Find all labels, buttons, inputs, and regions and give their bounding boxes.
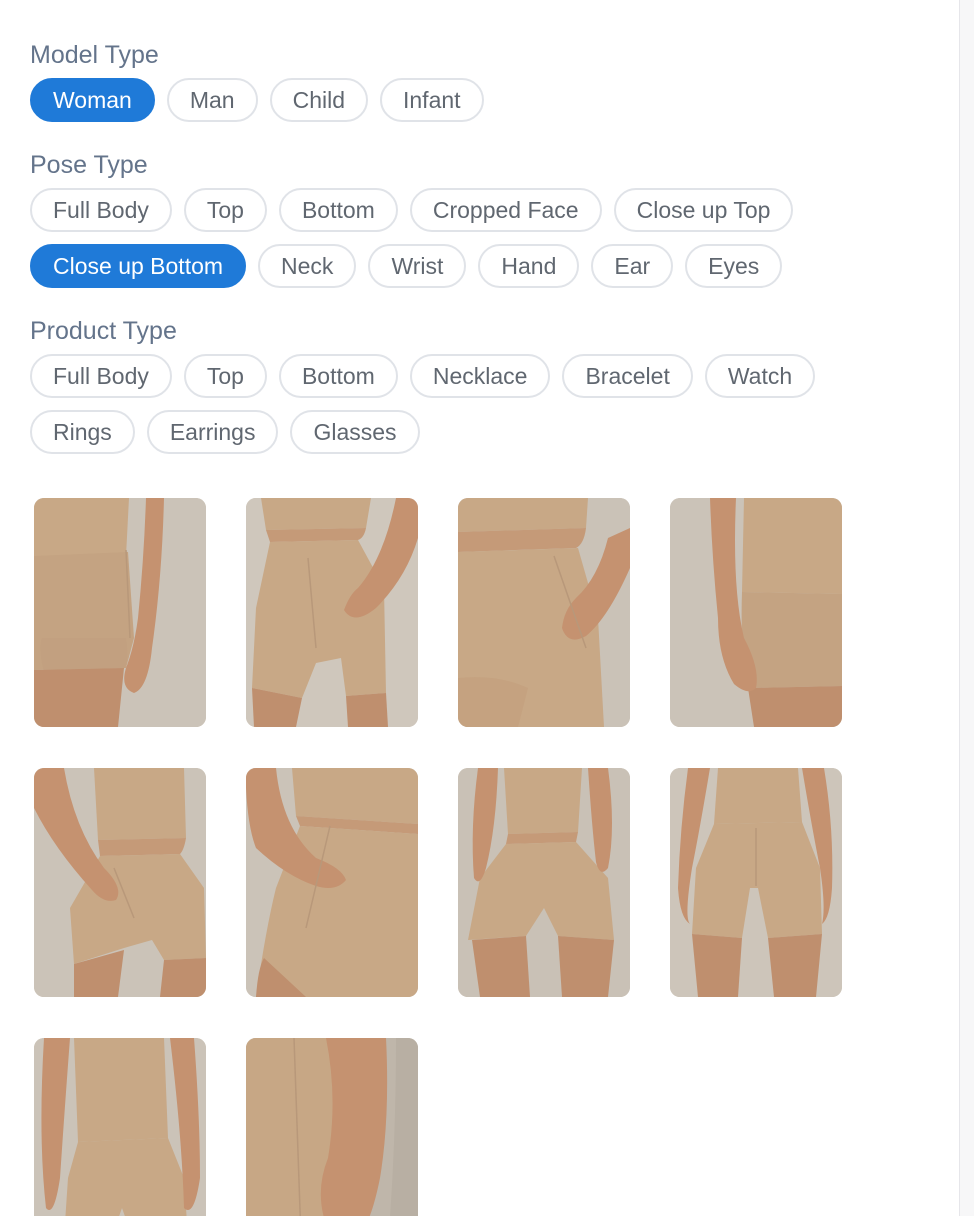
gallery-image[interactable]: [34, 768, 206, 997]
product-type-chip-bottom[interactable]: Bottom: [278, 354, 398, 398]
product-type-chip-earrings[interactable]: Earrings: [146, 410, 279, 454]
gallery-photo: [246, 1038, 418, 1216]
model-type-chip-infant[interactable]: Infant: [380, 78, 484, 122]
pose-type-options-row1: Full Body Top Bottom Cropped Face Close …: [30, 188, 930, 232]
gallery-image[interactable]: [246, 498, 418, 727]
pose-type-chip-ear[interactable]: Ear: [591, 244, 674, 288]
pose-type-chip-bottom[interactable]: Bottom: [278, 188, 398, 232]
gallery-photo: [458, 768, 630, 997]
model-type-chip-child[interactable]: Child: [269, 78, 368, 122]
pose-type-chip-close-up-bottom[interactable]: Close up Bottom: [30, 244, 247, 288]
pose-type-chip-cropped-face[interactable]: Cropped Face: [409, 188, 602, 232]
model-type-options: Woman Man Child Infant: [30, 78, 930, 122]
gallery-image[interactable]: [34, 1038, 206, 1216]
product-type-chip-full-body[interactable]: Full Body: [30, 354, 172, 398]
pose-type-chip-eyes[interactable]: Eyes: [685, 244, 783, 288]
pose-type-chip-wrist[interactable]: Wrist: [368, 244, 467, 288]
product-type-chip-watch[interactable]: Watch: [704, 354, 816, 398]
pose-type-options-row2: Close up Bottom Neck Wrist Hand Ear Eyes: [30, 244, 930, 288]
gallery-image[interactable]: [670, 768, 842, 997]
image-gallery: [34, 498, 854, 1216]
gallery-photo: [34, 768, 206, 997]
product-type-chip-necklace[interactable]: Necklace: [409, 354, 551, 398]
model-type-chip-man[interactable]: Man: [166, 78, 258, 122]
gallery-photo: [246, 498, 418, 727]
product-type-chip-glasses[interactable]: Glasses: [290, 410, 420, 454]
gallery-image[interactable]: [458, 498, 630, 727]
product-type-chip-top[interactable]: Top: [183, 354, 267, 398]
pose-type-chip-neck[interactable]: Neck: [258, 244, 357, 288]
gallery-photo: [670, 498, 842, 727]
pose-type-chip-hand[interactable]: Hand: [478, 244, 580, 288]
product-type-options-row1: Full Body Top Bottom Necklace Bracelet W…: [30, 354, 930, 398]
gallery-photo: [246, 768, 418, 997]
model-type-chip-woman[interactable]: Woman: [30, 78, 155, 122]
gallery-photo: [458, 498, 630, 727]
gallery-photo: [670, 768, 842, 997]
product-type-title: Product Type: [30, 317, 177, 345]
filter-panel: Model Type Woman Man Child Infant Pose T…: [30, 38, 930, 454]
gallery-image[interactable]: [34, 498, 206, 727]
page: Model Type Woman Man Child Infant Pose T…: [0, 0, 974, 1216]
pose-type-chip-close-up-top[interactable]: Close up Top: [613, 188, 794, 232]
gallery-photo: [34, 1038, 206, 1216]
gallery-photo: [34, 498, 206, 727]
scrollbar-track[interactable]: [959, 0, 974, 1216]
pose-type-title: Pose Type: [30, 151, 148, 179]
product-type-options-row2: Rings Earrings Glasses: [30, 410, 930, 454]
gallery-image[interactable]: [246, 1038, 418, 1216]
product-type-chip-bracelet[interactable]: Bracelet: [562, 354, 693, 398]
product-type-chip-rings[interactable]: Rings: [30, 410, 135, 454]
model-type-title: Model Type: [30, 41, 159, 69]
gallery-image[interactable]: [670, 498, 842, 727]
pose-type-chip-full-body[interactable]: Full Body: [30, 188, 172, 232]
gallery-image[interactable]: [458, 768, 630, 997]
pose-type-chip-top[interactable]: Top: [183, 188, 267, 232]
gallery-image[interactable]: [246, 768, 418, 997]
